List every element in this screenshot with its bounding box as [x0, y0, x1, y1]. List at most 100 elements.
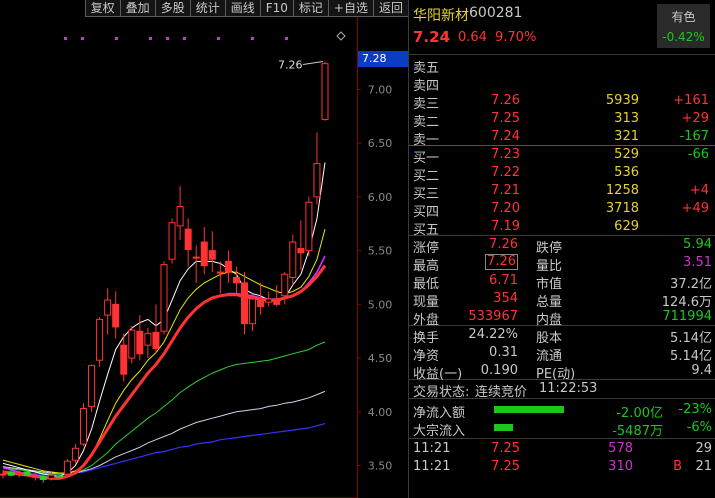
candle-body — [265, 298, 273, 303]
orderbook-price: 7.26 — [491, 93, 520, 108]
candle-body — [0, 473, 7, 476]
current-price-tag: 7.28 — [358, 51, 408, 68]
candle-body — [208, 250, 216, 260]
tick-flag: B — [673, 459, 682, 474]
stat-row: 涨停 7.26 跌停 5.94 — [409, 236, 715, 256]
kline-chart[interactable]: 7.00 6.50 6.00 5.50 5.00 4.50 4.00 3.50 7.26 7.2… — [0, 17, 408, 498]
tick-price: 7.25 — [491, 441, 520, 456]
sector-name: 有色 — [671, 10, 696, 24]
stat-row: 收益(一) 0.190 PE(动) 9.4 — [409, 362, 715, 382]
fund-flow: 净流入额 -2.00亿 -23% 大宗流入 -5487万 -6% — [409, 399, 715, 439]
sector-pct: -0.42% — [662, 30, 705, 44]
orderbook-row[interactable]: 卖二 7.25 313 +29 — [409, 110, 715, 130]
orderbook-row[interactable]: 买三 7.21 1258 +4 — [409, 182, 715, 202]
fund-flow-row: 净流入额 -2.00亿 -23% — [409, 401, 715, 421]
orderbook-row[interactable]: 卖五 — [409, 56, 715, 76]
orderbook-row[interactable]: 买四 7.20 3718 +49 — [409, 200, 715, 220]
f10-button[interactable]: F10 — [259, 0, 293, 17]
quote-panel: 华阳新材 600281 7.24 0.64 9.70% 有色 -0.42% 卖五… — [408, 0, 715, 498]
signal-dot — [115, 37, 118, 40]
stat-value: 533967 — [468, 309, 518, 324]
orderbook-volume: 529 — [614, 147, 639, 162]
multi-stock-button[interactable]: 多股 — [154, 0, 190, 17]
candle-body — [241, 282, 248, 325]
candle-body — [184, 228, 192, 251]
orderbook-volume: 629 — [614, 219, 639, 234]
candle-body — [216, 271, 224, 274]
price-change: 0.64 — [458, 30, 487, 45]
candle-body — [96, 318, 104, 361]
candle-body — [88, 365, 96, 407]
tick-count: 21 — [695, 459, 712, 474]
price-stats: 涨停 7.26 跌停 5.94 最高 7.26 量比 3.51 最低 6.71 市值 37.2亿 现量 3… — [409, 236, 715, 328]
sector-badge[interactable]: 有色 -0.42% — [657, 4, 710, 48]
orderbook-row[interactable]: 卖三 7.26 5939 +161 — [409, 92, 715, 112]
orderbook-volume: 3718 — [605, 201, 639, 216]
orderbook-price: 7.21 — [491, 183, 520, 198]
orderbook-delta: -66 — [687, 147, 709, 162]
ask-book: 卖五 卖四 卖三 7.26 5939 +161 卖二 7.25 313 +29 卖一 7.24 321-… — [409, 55, 715, 148]
candle-body — [47, 474, 55, 479]
signal-dot — [149, 37, 152, 40]
statistics-button[interactable]: 统计 — [189, 0, 225, 17]
tick-time: 11:21 — [413, 441, 451, 456]
candle-body — [15, 472, 23, 475]
signal-dot — [183, 37, 186, 40]
y-tick-label: 4.50 — [368, 352, 393, 365]
orderbook-price: 7.19 — [491, 219, 520, 234]
high-pointer — [302, 61, 324, 66]
add-watchlist-button[interactable]: +自选 — [327, 0, 373, 17]
tick-row: 11:21 7.25 578 29 — [409, 440, 715, 458]
candle-body — [144, 332, 152, 346]
orderbook-delta: +161 — [673, 93, 709, 108]
orderbook-volume: 536 — [614, 165, 639, 180]
candle-body — [257, 298, 265, 307]
kline-chart-svg: 7.00 6.50 6.00 5.50 5.00 4.50 4.00 3.50 7.26 — [0, 17, 393, 498]
stat-row: 最低 6.71 市值 37.2亿 — [409, 272, 715, 292]
candle-body — [289, 241, 297, 278]
orderbook-row[interactable]: 买一 7.23 529 -66 — [409, 146, 715, 166]
signal-dot — [64, 37, 67, 40]
orderbook-volume: 5939 — [605, 93, 639, 108]
chart-toolbar: 复权 叠加 多股 统计 画线 F10 标记 +自选 返回 — [0, 0, 408, 17]
orderbook-row[interactable]: 卖一 7.24 321 -167 — [409, 128, 715, 148]
candle-body — [168, 222, 176, 260]
candle-body — [112, 303, 120, 328]
orderbook-price: 7.22 — [491, 165, 520, 180]
stat-value: 7.26 — [489, 237, 518, 252]
stat-value: 0.31 — [489, 345, 518, 360]
flow-value: -5487万 — [612, 424, 663, 439]
y-tick-label: 6.00 — [368, 191, 393, 204]
stock-name[interactable]: 华阳新材 — [413, 5, 469, 25]
orderbook-delta: -167 — [679, 129, 709, 144]
candle-body — [7, 471, 15, 476]
high-price-label: 7.26 — [278, 59, 303, 72]
diamond-icon — [336, 31, 346, 41]
mark-button[interactable]: 标记 — [292, 0, 328, 17]
signal-dot — [217, 37, 220, 40]
signal-dot — [81, 37, 84, 40]
tick-count: 29 — [695, 441, 712, 456]
overlay-button[interactable]: 叠加 — [119, 0, 155, 17]
candle-body — [120, 344, 128, 375]
flow-label: 大宗流入 — [413, 424, 466, 439]
stat-row: 现量 354 总量 124.6万 — [409, 290, 715, 310]
stat-row: 净资 0.31 流通 5.14亿 — [409, 344, 715, 364]
stat-value: 711994 — [662, 309, 712, 324]
stat-value: 7.26 — [485, 254, 518, 270]
fund-flow-row: 大宗流入 -5487万 -6% — [409, 419, 715, 439]
orderbook-row[interactable]: 买二 7.22 536 — [409, 164, 715, 184]
stat-row: 最高 7.26 量比 3.51 — [409, 254, 715, 274]
candle-body — [23, 471, 31, 476]
candle-body — [313, 163, 321, 198]
orderbook-row[interactable]: 买五 7.19 629 — [409, 218, 715, 238]
restore-rights-button[interactable]: 复权 — [84, 0, 120, 17]
draw-line-button[interactable]: 画线 — [224, 0, 260, 17]
y-tick-label: 5.00 — [368, 298, 393, 311]
orderbook-row[interactable]: 卖四 — [409, 74, 715, 94]
candle-body — [305, 201, 313, 252]
tick-time: 11:21 — [413, 459, 451, 474]
back-button[interactable]: 返回 — [372, 0, 408, 17]
orderbook-price: 7.20 — [491, 201, 520, 216]
signal-dot — [285, 37, 288, 40]
